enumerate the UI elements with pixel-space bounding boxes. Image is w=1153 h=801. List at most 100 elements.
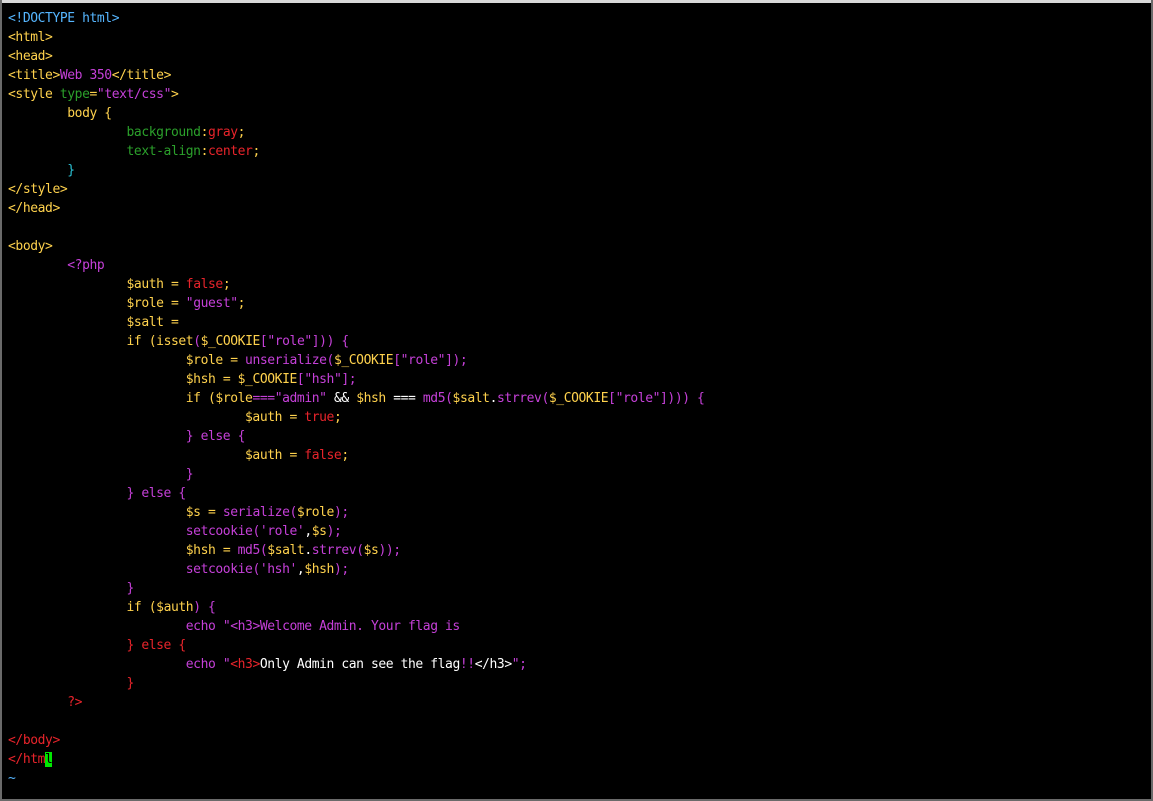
code-line[interactable]	[8, 218, 704, 237]
code-line[interactable]: background:gray;	[8, 123, 704, 142]
code-token: 'role'	[259, 524, 305, 539]
code-line[interactable]: ~	[8, 769, 704, 788]
code-line[interactable]	[8, 712, 704, 731]
code-token: ,	[304, 524, 312, 539]
code-token: center	[208, 144, 253, 159]
code-token: (	[445, 391, 453, 406]
code-token: if (	[185, 391, 216, 406]
code-line[interactable]: $salt =	[8, 313, 704, 332]
code-line[interactable]: text-align:center;	[8, 142, 704, 161]
code-token: $_COOKIE	[333, 353, 394, 368]
code-token: $s	[363, 543, 379, 558]
code-line[interactable]: </head>	[8, 199, 704, 218]
code-line[interactable]: }	[8, 579, 704, 598]
code-line[interactable]: if (isset($_COOKIE["role"])) {	[8, 332, 704, 351]
code-line[interactable]: <head>	[8, 47, 704, 66]
code-token: );	[333, 505, 349, 520]
terminal-window[interactable]: <!DOCTYPE html> <html> <head> <title>Web 35…	[0, 0, 1153, 801]
code-line[interactable]: <style type="text/css">	[8, 85, 704, 104]
code-token: ]);	[445, 353, 468, 368]
code-token: .	[489, 391, 498, 406]
code-token: [	[608, 391, 616, 406]
code-token: <body>	[8, 239, 53, 254]
code-token: =	[215, 543, 238, 558]
code-line[interactable]: $auth = false;	[8, 446, 704, 465]
code-token: $auth	[126, 277, 164, 292]
code-token: } else {	[126, 486, 187, 501]
code-line[interactable]: $role = "guest";	[8, 294, 704, 313]
code-token: } else {	[126, 638, 187, 653]
code-line[interactable]: if ($role==="admin" && $hsh === md5($sal…	[8, 389, 705, 408]
code-token: isset	[156, 334, 194, 349]
code-token: <h3>	[230, 657, 260, 672]
code-line[interactable]: </html	[8, 750, 704, 769]
code-line[interactable]: $s = serialize($role);	[8, 503, 704, 522]
code-token: $role	[215, 391, 253, 406]
code-token: $salt	[126, 315, 164, 330]
code-line[interactable]: </style>	[8, 180, 704, 199]
code-line[interactable]: } else {	[8, 427, 704, 446]
code-token: <h3>Welcome Admin. Your flag is	[230, 619, 460, 634]
code-line[interactable]: </body>	[8, 731, 704, 750]
code-token: &&	[326, 391, 357, 406]
code-line[interactable]: echo "<h3>Welcome Admin. Your flag is	[8, 617, 704, 636]
code-token: ;	[252, 144, 260, 159]
code-token: if (	[126, 334, 157, 349]
code-token: ;	[237, 296, 246, 311]
code-token: ~	[8, 771, 16, 786]
code-token: (	[356, 543, 364, 558]
code-line[interactable]: $auth = true;	[8, 408, 704, 427]
code-token: $salt	[267, 543, 305, 558]
code-token: [	[393, 353, 401, 368]
code-token: $_COOKIE	[200, 334, 261, 349]
code-token: ));	[378, 543, 401, 558]
code-token: (	[252, 524, 260, 539]
code-line[interactable]: }	[8, 674, 704, 693]
code-line[interactable]: $hsh = md5($salt.strrev($s));	[8, 541, 704, 560]
code-token: $auth	[245, 448, 283, 463]
code-line[interactable]: $hsh = $_COOKIE["hsh"];	[8, 370, 704, 389]
window-top-border	[0, 0, 1153, 3]
code-line[interactable]: body {	[8, 104, 704, 123]
code-token: ) {	[193, 600, 216, 615]
vim-editor-buffer[interactable]: <!DOCTYPE html> <html> <head> <title>Web 35…	[8, 9, 705, 788]
code-line[interactable]: <html>	[8, 28, 704, 47]
code-token: $_COOKIE	[237, 372, 298, 387]
code-line[interactable]: <body>	[8, 237, 704, 256]
code-line[interactable]: }	[8, 465, 704, 484]
code-token: (	[541, 391, 549, 406]
code-token: false	[304, 448, 342, 463]
code-token: ;	[222, 277, 231, 292]
code-token: (	[193, 334, 201, 349]
code-line[interactable]: echo "<h3>Only Admin can see the flag!!<…	[8, 655, 704, 674]
code-token: background	[126, 125, 201, 140]
code-token: }	[126, 676, 135, 691]
code-token: <?php	[8, 258, 105, 273]
code-token: ])) {	[311, 334, 349, 349]
code-token: "role"	[615, 391, 661, 406]
code-line[interactable]: <?php	[8, 256, 704, 275]
code-line[interactable]: <title>Web 350</title>	[8, 66, 704, 85]
code-line[interactable]: ?>	[8, 693, 704, 712]
code-line[interactable]: setcookie('hsh',$hsh);	[8, 560, 704, 579]
code-token: ?>	[8, 695, 83, 710]
code-token: "role"	[400, 353, 446, 368]
code-line[interactable]: }	[8, 161, 704, 180]
code-token: md5	[237, 543, 261, 558]
code-token: }	[8, 163, 75, 178]
code-line[interactable]: setcookie('role',$s);	[8, 522, 704, 541]
code-line[interactable]: <!DOCTYPE html>	[8, 9, 704, 28]
code-token: ===	[252, 391, 275, 406]
code-line[interactable]: } else {	[8, 636, 704, 655]
code-line[interactable]: $auth = false;	[8, 275, 704, 294]
code-line[interactable]: $role = unserialize($_COOKIE["role"]);	[8, 351, 704, 370]
code-line[interactable]: } else {	[8, 484, 704, 503]
code-line[interactable]: if ($auth) {	[8, 598, 704, 617]
